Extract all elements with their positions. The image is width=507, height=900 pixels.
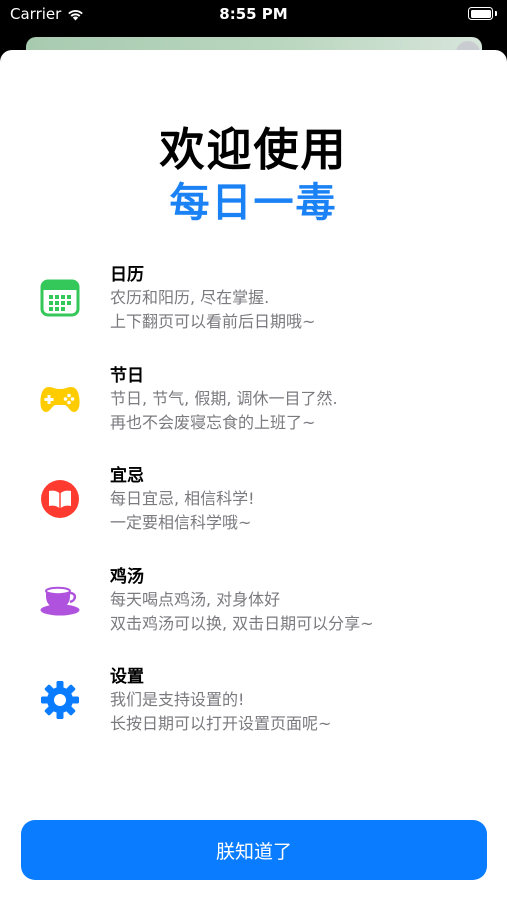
- status-bar: Carrier 8:55 PM: [0, 0, 507, 30]
- feature-description: 上下翻页可以看前后日期哦~: [110, 312, 316, 331]
- feature-chicken-soup: 鸡汤 每天喝点鸡汤, 对身体好 双击鸡汤可以换, 双击日期可以分享~: [0, 560, 507, 640]
- battery-cap: [494, 11, 497, 16]
- acknowledge-button[interactable]: 朕知道了: [21, 820, 487, 880]
- battery-icon: [468, 7, 493, 20]
- feature-description: 一定要相信科学哦~: [110, 513, 252, 532]
- book-icon: [38, 479, 82, 519]
- feature-description: 节日, 节气, 假期, 调休一目了然.: [110, 389, 338, 408]
- feature-festival: 节日 节日, 节气, 假期, 调休一目了然. 再也不会废寝忘食的上班了~: [0, 359, 507, 439]
- cup-icon: [38, 580, 82, 620]
- gear-icon: [38, 680, 82, 720]
- feature-description: 双击鸡汤可以换, 双击日期可以分享~: [110, 614, 374, 633]
- feature-description: 农历和阳历, 尽在掌握.: [110, 288, 270, 307]
- feature-title: 宜忌: [110, 466, 144, 486]
- calendar-icon: [38, 278, 82, 318]
- gamecontroller-icon: [38, 379, 82, 419]
- status-time: 8:55 PM: [219, 5, 288, 23]
- feature-dos-donts: 宜忌 每日宜忌, 相信科学! 一定要相信科学哦~: [0, 459, 507, 539]
- feature-description: 我们是支持设置的!: [110, 690, 245, 709]
- feature-description: 再也不会废寝忘食的上班了~: [110, 413, 316, 432]
- feature-description: 每日宜忌, 相信科学!: [110, 489, 255, 508]
- welcome-sheet: 欢迎使用 每日一毒 日历 农历和阳历, 尽在掌握. 上下翻页可以看前后日期哦~: [0, 50, 507, 900]
- feature-title: 鸡汤: [110, 567, 144, 587]
- welcome-title: 欢迎使用: [159, 123, 348, 176]
- feature-settings: 设置 我们是支持设置的! 长按日期可以打开设置页面呢~: [0, 660, 507, 740]
- feature-description: 长按日期可以打开设置页面呢~: [110, 714, 332, 733]
- app-name-title: 每日一毒: [169, 180, 338, 226]
- feature-title: 节日: [110, 366, 144, 386]
- feature-calendar: 日历 农历和阳历, 尽在掌握. 上下翻页可以看前后日期哦~: [0, 258, 507, 338]
- feature-title: 设置: [110, 667, 144, 687]
- feature-title: 日历: [110, 265, 144, 285]
- feature-description: 每天喝点鸡汤, 对身体好: [110, 590, 281, 609]
